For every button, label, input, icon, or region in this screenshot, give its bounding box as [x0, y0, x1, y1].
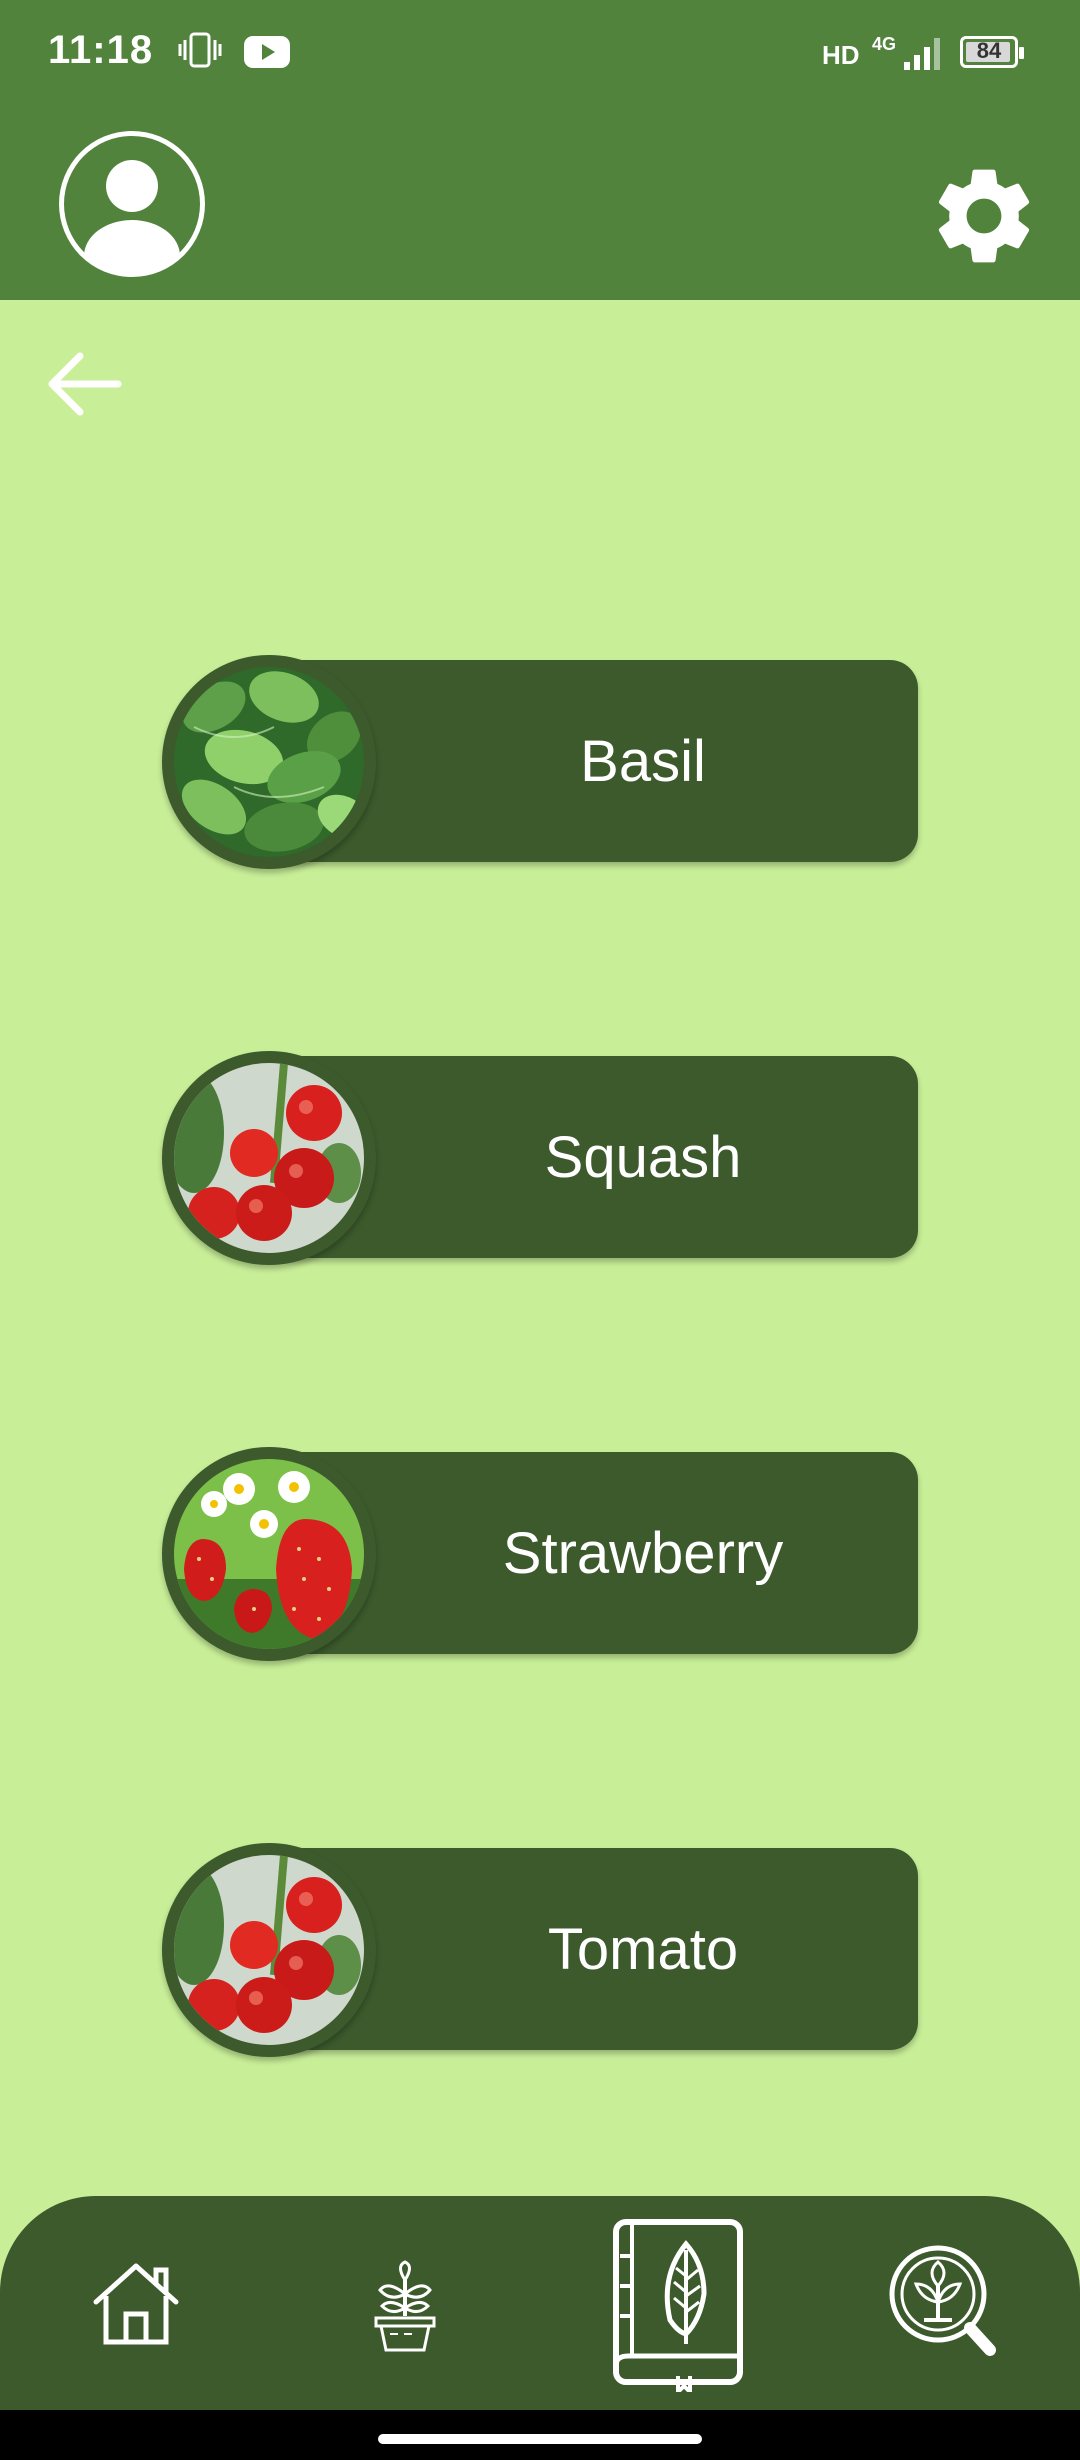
- vibrate-icon: [178, 30, 222, 75]
- status-bar: 11:18 HD 4G 84: [0, 0, 1080, 110]
- leaf-book-icon: [613, 2219, 743, 2397]
- youtube-icon: [244, 36, 290, 73]
- plant-search-icon: [889, 2245, 996, 2356]
- signal-icon: [902, 36, 946, 77]
- home-icon: [93, 2263, 179, 2345]
- plant-item-squash[interactable]: Squash: [162, 1051, 918, 1265]
- nav-my-plants[interactable]: [368, 2260, 442, 2357]
- arrow-left-icon: [48, 352, 122, 416]
- tomato-vine-photo: [174, 1063, 364, 1253]
- network-hd-label: HD: [822, 40, 860, 70]
- gesture-handle[interactable]: [378, 2434, 702, 2444]
- gear-icon[interactable]: [926, 158, 1042, 274]
- back-button[interactable]: [44, 348, 124, 420]
- strawberry-photo: [174, 1459, 364, 1649]
- plant-thumbnail: [162, 1447, 376, 1661]
- bottom-navigation: [0, 2196, 1080, 2410]
- status-time: 11:18: [48, 28, 154, 72]
- nav-plant-search[interactable]: [886, 2242, 1002, 2367]
- plant-thumbnail: [162, 1843, 376, 2057]
- tomato-vine-photo: [174, 1855, 364, 2045]
- network-type-label: 4G: [872, 34, 897, 54]
- battery-icon: 84: [960, 36, 1024, 68]
- plant-item-tomato[interactable]: Tomato: [162, 1843, 918, 2057]
- plant-item-basil[interactable]: Basil: [162, 655, 918, 869]
- plant-item-strawberry[interactable]: Strawberry: [162, 1447, 918, 1661]
- potted-plant-icon: [374, 2260, 436, 2352]
- nav-home[interactable]: [88, 2256, 184, 2357]
- nav-plant-library[interactable]: [604, 2216, 746, 2397]
- plant-thumbnail: [162, 1051, 376, 1265]
- user-avatar-icon[interactable]: [56, 128, 208, 280]
- battery-level: 84: [976, 38, 1002, 63]
- app-header: [0, 110, 1080, 300]
- basil-photo: [174, 667, 364, 857]
- plant-thumbnail: [162, 655, 376, 869]
